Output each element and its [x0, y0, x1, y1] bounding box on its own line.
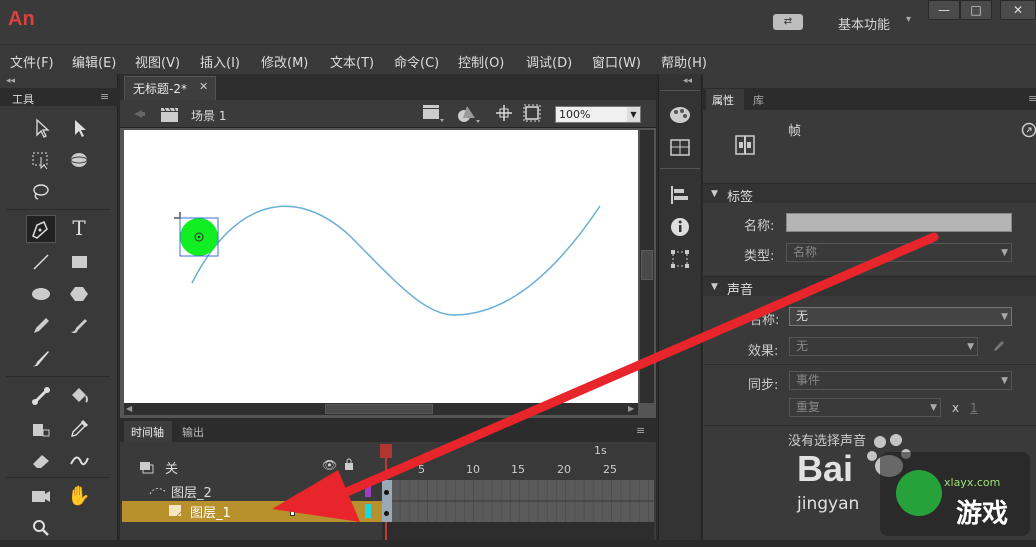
- annotation-arrow: [272, 232, 939, 522]
